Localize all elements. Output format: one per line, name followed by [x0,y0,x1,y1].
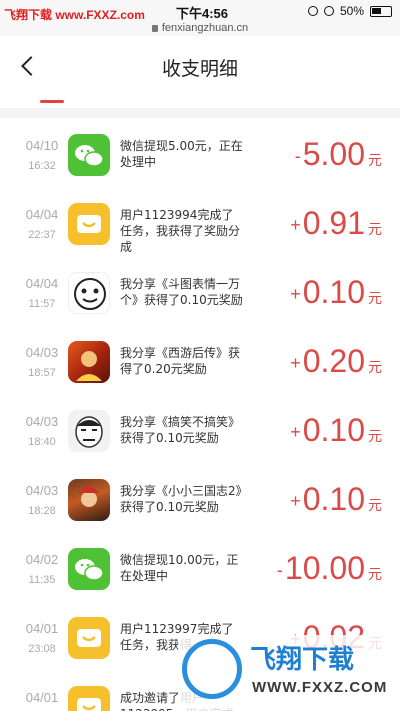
record-description: 我分享《斗图表情一万个》获得了0.10元奖励 [120,277,243,307]
record-list: 04/10 16:32 微信提现5.00元，正在处理中 -5.00 元 04/04… [0,118,400,711]
record-amount: +0.91 元 [290,205,382,242]
amount-value: 0.20 [302,343,365,379]
url-text: fenxiangzhuan.cn [161,22,249,34]
amount-value: 5.00 [302,136,365,172]
bottom-watermark: 飞翔下载 WWW.FXXZ.COM [178,635,400,711]
tab-active-indicator [40,100,64,103]
status-icons: 50% [307,4,392,18]
record-date: 04/01 [25,690,59,705]
record-date: 04/03 [25,483,59,498]
amount-sign: - [276,560,283,580]
page-header: 收支明细 [0,36,400,94]
amount-sign: + [290,491,301,511]
status-time: 下午4:56 [176,6,229,21]
battery-icon [370,5,392,17]
amount-value: 0.91 [302,205,365,241]
meme-man-icon [68,410,110,452]
list-item[interactable]: 04/03 18:28 我分享《小小三国志2》获得了0.10元奖励 +0.10 元 [0,463,400,532]
amount-sign: + [290,284,301,304]
list-item[interactable]: 04/10 16:32 微信提现5.00元，正在处理中 -5.00 元 [0,118,400,187]
record-description: 微信提现5.00元，正在处理中 [120,139,243,169]
page-title: 收支明细 [161,58,238,80]
record-time: 18:57 [28,367,56,379]
amount-unit: 元 [368,290,382,306]
record-amount: +0.10 元 [290,481,382,518]
section-divider [0,108,400,118]
list-item[interactable]: 04/04 11:57 我分享《斗图表情一万个》获得了0.10元奖励 +0.10… [0,256,400,325]
record-time: 22:37 [28,229,56,241]
alarm-icon [323,6,334,16]
url-bar[interactable]: fenxiangzhuan.cn [0,22,400,36]
watermark-logo-icon [182,639,242,699]
record-description: 微信提现10.00元，正在处理中 [120,553,239,583]
record-date: 04/04 [25,276,59,291]
record-time: 16:32 [28,160,56,172]
amount-unit: 元 [368,152,382,168]
list-item[interactable]: 04/04 22:37 用户1123994完成了任务，我获得了奖励分成 +0.9… [0,187,400,256]
wechat-icon [68,548,110,590]
amount-unit: 元 [368,221,382,237]
record-time: 23:08 [28,643,56,655]
amount-value: 0.10 [302,481,365,517]
record-date: 04/04 [25,207,59,222]
amount-value: 0.10 [302,274,365,310]
amount-sign: + [290,422,301,442]
amount-unit: 元 [368,428,382,444]
record-time: 11:57 [28,298,56,310]
list-item[interactable]: 04/03 18:40 我分享《搞笑不搞笑》获得了0.10元奖励 +0.10 元 [0,394,400,463]
record-amount: +0.10 元 [290,412,382,449]
amount-sign: + [290,353,301,373]
watermark-url: WWW.FXXZ.COM [252,679,388,696]
battery-percent: 50% [339,4,364,18]
meme-face-icon [68,272,110,314]
status-bar: 飞翔下载 www.FXXZ.com 下午4:56 50% [0,0,400,22]
amount-unit: 元 [368,497,382,513]
amount-value: 10.00 [284,550,365,586]
amount-sign: - [294,146,301,166]
amount-value: 0.10 [302,412,365,448]
amount-sign: + [290,215,301,235]
record-description: 我分享《小小三国志2》获得了0.10元奖励 [120,484,242,514]
record-time: 18:28 [28,505,56,517]
record-time: 11:35 [28,574,56,586]
record-date: 04/03 [25,345,59,360]
record-description: 我分享《西游后传》获得了0.20元奖励 [120,346,241,376]
list-item[interactable]: 04/03 18:57 我分享《西游后传》获得了0.20元奖励 +0.20 元 [0,325,400,394]
record-date: 04/03 [25,414,59,429]
amount-unit: 元 [368,566,382,582]
status-watermark: 飞翔下载 www.FXXZ.com [4,8,145,22]
record-date: 04/10 [25,138,59,153]
game-xiyou-icon [68,341,110,383]
record-description: 用户1123994完成了任务，我获得了奖励分成 [120,208,241,254]
record-date: 04/01 [25,621,59,636]
record-time: 18:40 [28,436,56,448]
tab-bar [0,88,400,108]
smile-icon [68,686,110,711]
amount-unit: 元 [368,359,382,375]
record-amount: +0.10 元 [290,274,382,311]
smile-icon [68,617,110,659]
watermark-title: 飞翔下载 [250,645,355,675]
record-date: 04/02 [25,552,59,567]
list-item[interactable]: 04/02 11:35 微信提现10.00元，正在处理中 -10.00 元 [0,532,400,601]
record-description: 我分享《搞笑不搞笑》获得了0.10元奖励 [120,415,241,445]
lock-icon [151,24,158,32]
record-amount: -10.00 元 [277,550,382,587]
smile-icon [68,203,110,245]
wechat-icon [68,134,110,176]
record-amount: -5.00 元 [295,136,382,173]
location-icon [307,6,318,16]
record-amount: +0.20 元 [290,343,382,380]
game-sanguo-icon [68,479,110,521]
